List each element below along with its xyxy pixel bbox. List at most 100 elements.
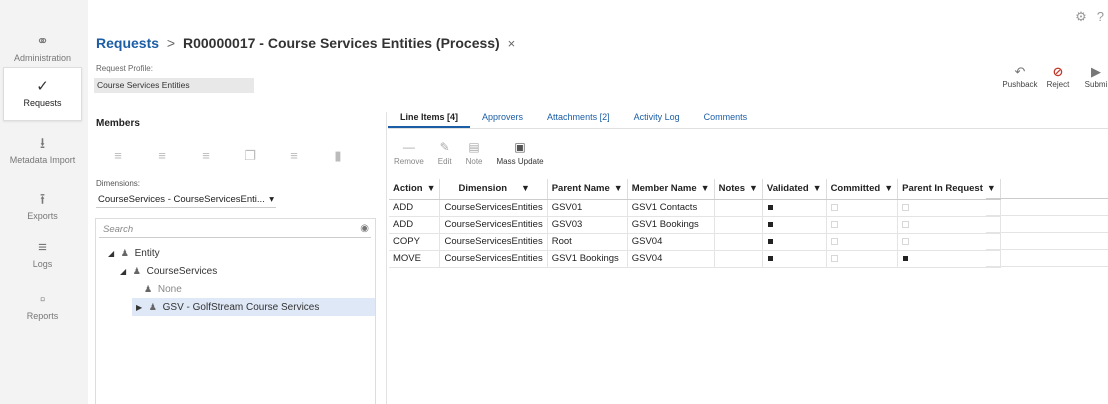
column-label: Notes [718, 183, 745, 195]
search-input[interactable]: Search [99, 222, 371, 238]
pushback-label: Pushback [1002, 80, 1038, 89]
tab-line-items[interactable]: Line Items [4] [388, 108, 471, 128]
collapsed-icon[interactable]: ▶ [136, 299, 146, 317]
cell-action: COPY [389, 233, 441, 251]
column-label: Action [393, 183, 423, 195]
nav-item-label: Administration [13, 53, 72, 63]
nav-item-logs[interactable]: ≡ Logs [3, 228, 82, 282]
cell-action: MOVE [389, 250, 441, 268]
tree-node-courseservices[interactable]: ◢ ♟ CourseServices [120, 262, 217, 280]
filter-icon[interactable]: ▼ [813, 183, 822, 193]
column-header-parent-in-request[interactable]: Parent In Request ▼ [897, 179, 1001, 200]
cell-committed [826, 233, 899, 251]
top-utility-icons: ⚙ ? [1075, 9, 1104, 25]
remove-member-icon[interactable]: ≡ [272, 148, 316, 164]
line-items-grid: Action ▼ Dimension ▼ Parent Name ▼ Member N… [389, 179, 1001, 268]
pane-divider[interactable] [386, 112, 387, 404]
committed-checkbox [830, 203, 838, 211]
grid-filler [986, 179, 1108, 267]
history-icon[interactable]: ≡ [140, 148, 184, 164]
column-header-committed[interactable]: Committed ▼ [826, 179, 899, 200]
admin-icon: ⚭ [36, 33, 49, 50]
request-profile-label: Request Profile: [96, 64, 153, 73]
dimension-select[interactable]: CourseServices - CourseServicesEnti... ▾ [96, 192, 276, 208]
nav-item-reports[interactable]: ▫ Reports [3, 280, 82, 334]
cell-validated [762, 233, 827, 251]
note-icon: ▤ [468, 140, 480, 154]
parent-in-request-checkbox [903, 255, 909, 261]
table-row[interactable]: ADD CourseServicesEntities GSV01 GSV1 Co… [389, 199, 1001, 217]
table-row[interactable]: ADD CourseServicesEntities GSV03 GSV1 Bo… [389, 216, 1001, 234]
cell-dimension: CourseServicesEntities [439, 233, 548, 251]
request-title: R00000017 - Course Services Entities (Pr… [183, 35, 500, 51]
nav-item-exports[interactable]: ⭱ Exports [3, 180, 82, 234]
cell-member-name: GSV1 Contacts [627, 199, 715, 217]
download-icon: ⭳ [39, 135, 46, 152]
nav-item-requests[interactable]: ✓ Requests [3, 67, 82, 121]
tab-comments[interactable]: Comments [692, 108, 760, 128]
tab-activity-log[interactable]: Activity Log [622, 108, 692, 128]
add-member-icon[interactable]: ≡ [96, 148, 140, 164]
request-actions: ↶ Pushback ⊘ Reject ▶ Submi [1001, 63, 1108, 89]
tree-node-none[interactable]: ♟ None [144, 280, 182, 298]
dimension-select-value: CourseServices - CourseServicesEnti... [98, 194, 265, 205]
column-label: Committed [830, 183, 881, 195]
expanded-icon[interactable]: ◢ [120, 263, 130, 281]
cell-committed [826, 250, 899, 268]
breadcrumb-requests[interactable]: Requests [96, 35, 159, 51]
column-header-action[interactable]: Action ▼ [389, 179, 441, 200]
nav-item-metadata-import[interactable]: ⭳ Metadata Import [3, 124, 82, 178]
breadcrumb-separator: > [166, 35, 176, 51]
table-row[interactable]: MOVE CourseServicesEntities GSV1 Booking… [389, 250, 1001, 268]
requests-icon: ✓ [36, 78, 49, 95]
nav-item-label: Reports [26, 311, 59, 321]
cell-committed [826, 199, 899, 217]
filter-icon[interactable]: ▼ [521, 183, 530, 193]
filter-icon[interactable]: ▼ [427, 183, 436, 193]
binoculars-icon[interactable]: ◉ [360, 223, 369, 234]
gear-icon[interactable]: ⚙ [1075, 9, 1087, 25]
pushback-button[interactable]: ↶ Pushback [1001, 63, 1039, 89]
dimensions-label: Dimensions: [96, 179, 141, 188]
help-icon[interactable]: ? [1097, 9, 1104, 25]
filter-icon[interactable]: ▼ [701, 183, 710, 193]
column-header-member-name[interactable]: Member Name ▼ [627, 179, 715, 200]
table-row[interactable]: COPY CourseServicesEntities Root GSV04 [389, 233, 1001, 251]
note-button[interactable]: ▤ Note [466, 138, 483, 166]
close-icon[interactable]: × [508, 36, 516, 51]
cell-notes [714, 250, 763, 268]
remove-label: Remove [394, 157, 424, 166]
column-label: Member Name [631, 183, 697, 195]
remove-button[interactable]: — Remove [394, 138, 424, 166]
column-header-notes[interactable]: Notes ▼ [714, 179, 763, 200]
edit-button[interactable]: ✎ Edit [438, 138, 452, 166]
column-header-validated[interactable]: Validated ▼ [762, 179, 827, 200]
column-header-parent-name[interactable]: Parent Name ▼ [547, 179, 628, 200]
mass-update-label: Mass Update [496, 157, 544, 166]
list-icon[interactable]: ≡ [184, 148, 228, 164]
submit-label: Submi [1084, 80, 1108, 89]
mass-update-button[interactable]: ▣ Mass Update [497, 138, 544, 166]
tab-attachments[interactable]: Attachments [2] [535, 108, 622, 128]
cell-member-name: GSV04 [627, 250, 715, 268]
column-header-dimension[interactable]: Dimension ▼ [439, 179, 548, 200]
delete-icon[interactable]: ▮ [316, 148, 360, 164]
hierarchy-icon: ♟ [148, 302, 157, 312]
filter-icon[interactable]: ▼ [614, 183, 623, 193]
filter-icon[interactable]: ▼ [749, 183, 758, 193]
cell-parent-in-request [897, 233, 1001, 251]
reject-button[interactable]: ⊘ Reject [1039, 63, 1077, 89]
submit-button[interactable]: ▶ Submi [1077, 63, 1108, 89]
hierarchy-icon: ♟ [132, 266, 141, 276]
column-label: Parent Name [551, 183, 610, 195]
column-label: Dimension [458, 183, 508, 195]
validated-checkbox [767, 221, 773, 227]
copy-icon[interactable]: ❐ [228, 148, 272, 164]
tree-node-gsv[interactable]: ▶ ♟ GSV - GolfStream Course Services [132, 298, 375, 316]
tab-approvers[interactable]: Approvers [470, 108, 535, 128]
minus-icon: — [402, 140, 415, 154]
tree-node-entity[interactable]: ◢ ♟ Entity [108, 244, 160, 262]
committed-checkbox [830, 254, 838, 262]
expanded-icon[interactable]: ◢ [108, 245, 118, 263]
filter-icon[interactable]: ▼ [884, 183, 893, 193]
